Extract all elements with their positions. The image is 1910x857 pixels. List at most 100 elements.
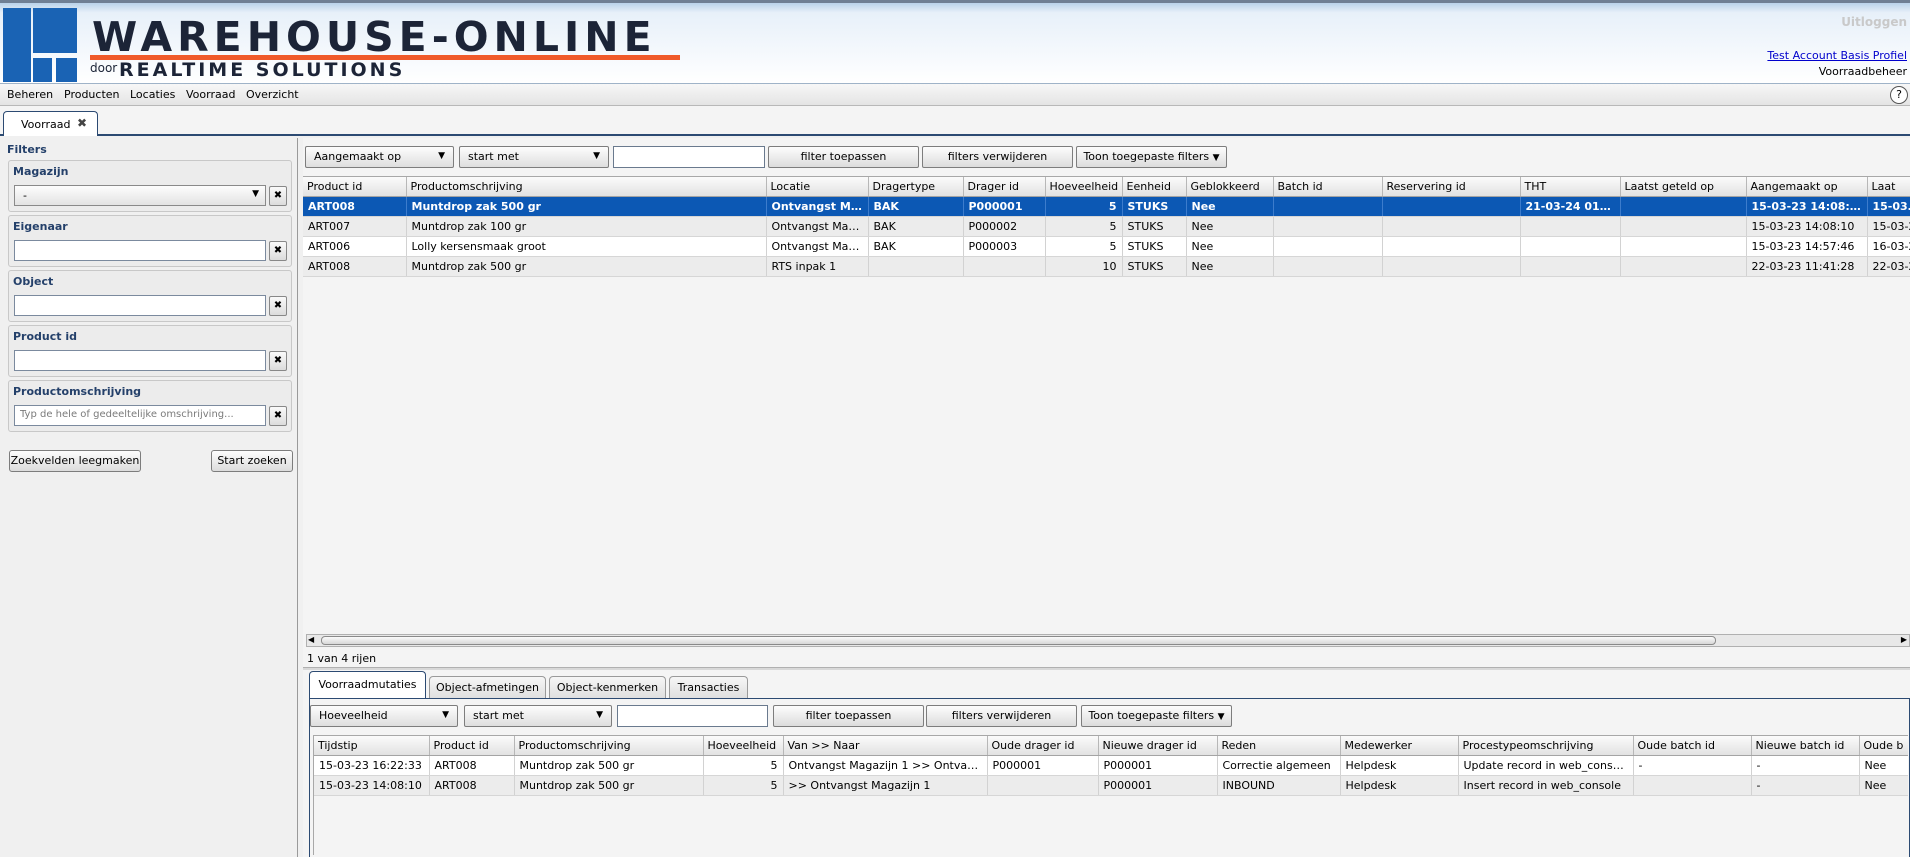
scroll-right-icon[interactable]: ▶ — [1901, 635, 1907, 644]
lower-filter-operator-select[interactable]: start met ▼ — [464, 705, 612, 727]
clear-eigenaar-button[interactable]: ✖ — [269, 241, 287, 261]
scrollbar-thumb[interactable] — [321, 636, 1716, 645]
lower-remove-filters-button[interactable]: filters verwijderen — [926, 705, 1077, 727]
voorraadmutaties-panel: Hoeveelheid ▼ start met ▼ filter toepass… — [309, 698, 1910, 857]
clear-productomschrijving-button[interactable]: ✖ — [269, 406, 287, 426]
col-header[interactable]: Tijdstip — [314, 736, 430, 756]
col-header[interactable]: Procestypeomschrijving — [1458, 736, 1634, 756]
lower-filter-operator-value: start met — [473, 709, 524, 722]
col-header[interactable]: Eenheid — [1122, 177, 1187, 197]
col-header[interactable]: Medewerker — [1340, 736, 1459, 756]
clear-object-button[interactable]: ✖ — [269, 296, 287, 316]
cell: Nee — [1186, 196, 1274, 217]
cell: 15-03-23 14:57:46 — [1746, 236, 1868, 257]
filter-field-select[interactable]: Aangemaakt op ▼ — [305, 146, 454, 168]
clear-fields-button[interactable]: Zoekvelden leegmaken — [9, 450, 141, 472]
filter-group-product-id: Product id ✖ — [8, 325, 292, 377]
lower-apply-filter-button[interactable]: filter toepassen — [773, 705, 924, 727]
cell — [1620, 196, 1747, 217]
chevron-down-icon: ▼ — [252, 189, 259, 199]
col-header[interactable]: Productomschrijving — [514, 736, 704, 756]
col-header[interactable]: Aangemaakt op — [1746, 177, 1868, 197]
col-header[interactable]: Laat◫ — [1867, 177, 1910, 197]
col-header[interactable]: Geblokkeerd — [1186, 177, 1274, 197]
cell: - — [1751, 755, 1860, 776]
tab-object-afmetingen[interactable]: Object-afmetingen — [429, 676, 546, 699]
horizontal-scrollbar[interactable]: ◀ ▶ — [306, 634, 1910, 647]
table-row[interactable]: 15-03-23 14:08:10 ART008 Muntdrop zak 50… — [314, 775, 1908, 796]
cell: ART008 — [429, 775, 515, 796]
menu-item-locaties[interactable]: Locaties — [130, 88, 175, 101]
col-header[interactable]: Oude b◫ — [1859, 736, 1908, 756]
menu-item-overzicht[interactable]: Overzicht — [246, 88, 299, 101]
menu-item-beheren[interactable]: Beheren — [7, 88, 53, 101]
col-header[interactable]: Dragertype — [868, 177, 964, 197]
col-header[interactable]: Locatie — [766, 177, 869, 197]
show-filters-button[interactable]: Toon toegepaste filters ▼ — [1076, 146, 1227, 168]
remove-filters-button[interactable]: filters verwijderen — [922, 146, 1073, 168]
col-header[interactable]: Reservering id — [1382, 177, 1521, 197]
stock-grid: Product id Productomschrijving Locatie D… — [303, 176, 1910, 636]
lower-show-filters-button[interactable]: Toon toegepaste filters ▼ — [1081, 705, 1232, 727]
col-header[interactable]: Reden — [1217, 736, 1341, 756]
magazijn-value: - — [23, 189, 27, 202]
filter-operator-select[interactable]: start met ▼ — [459, 146, 609, 168]
col-header[interactable]: Oude drager id — [987, 736, 1099, 756]
col-header[interactable]: Product id — [429, 736, 515, 756]
magazijn-select[interactable]: - ▼ — [14, 185, 266, 206]
cell: Helpdesk — [1340, 755, 1459, 776]
lower-filter-field-select[interactable]: Hoeveelheid ▼ — [310, 705, 458, 727]
col-header[interactable]: Van >> Naar — [783, 736, 988, 756]
col-header[interactable]: Oude batch id — [1633, 736, 1752, 756]
cell — [1382, 256, 1521, 277]
lower-show-filters-label: Toon toegepaste filters — [1088, 709, 1215, 722]
col-header[interactable]: Hoeveelheid — [703, 736, 784, 756]
productomschrijving-input[interactable]: Typ de hele of gedeeltelijke omschrijvin… — [14, 405, 266, 426]
cell: - — [1751, 775, 1860, 796]
cell: Nee — [1859, 755, 1908, 776]
logout-link[interactable]: Uitloggen — [1841, 15, 1907, 29]
stock-table: Product id Productomschrijving Locatie D… — [303, 177, 1910, 277]
scroll-left-icon[interactable]: ◀ — [308, 635, 314, 644]
menu-item-voorraad[interactable]: Voorraad — [186, 88, 235, 101]
row-count: 1 van 4 rijen — [307, 652, 377, 665]
cell: P000002 — [963, 216, 1046, 237]
clear-product-id-button[interactable]: ✖ — [269, 351, 287, 371]
col-header[interactable]: Hoeveelheid — [1045, 177, 1123, 197]
col-header[interactable]: Productomschrijving — [406, 177, 767, 197]
cell: 15-03-23 14:08:10 — [1746, 196, 1868, 217]
cell: STUKS — [1122, 256, 1187, 277]
close-icon[interactable]: ✖ — [77, 116, 87, 130]
table-row[interactable]: ART007 Muntdrop zak 100 gr Ontvangst Mag… — [303, 216, 1910, 237]
table-row[interactable]: ART006 Lolly kersensmaak groot Ontvangst… — [303, 236, 1910, 257]
tab-transacties[interactable]: Transacties — [669, 676, 748, 699]
profile-link[interactable]: Test Account Basis Profiel — [1767, 49, 1907, 62]
cell: 5 — [1045, 216, 1123, 237]
tab-voorraadmutaties[interactable]: Voorraadmutaties — [309, 671, 426, 700]
tab-voorraad[interactable]: Voorraad ✖ — [3, 111, 98, 136]
start-search-button[interactable]: Start zoeken — [211, 450, 293, 472]
menu-item-producten[interactable]: Producten — [64, 88, 120, 101]
filter-value-input[interactable] — [613, 146, 765, 168]
col-header[interactable]: Product id — [303, 177, 407, 197]
table-row[interactable]: ART008 Muntdrop zak 500 gr Ontvangst Mag… — [303, 196, 1910, 217]
object-input[interactable] — [14, 295, 266, 316]
lower-filter-value-input[interactable] — [617, 705, 768, 727]
clear-magazijn-button[interactable]: ✖ — [269, 186, 287, 206]
col-header[interactable]: Laatst geteld op — [1620, 177, 1747, 197]
eigenaar-input[interactable] — [14, 240, 266, 261]
col-header[interactable]: Nieuwe drager id — [1098, 736, 1218, 756]
product-id-input[interactable] — [14, 350, 266, 371]
col-header[interactable]: Nieuwe batch id — [1751, 736, 1860, 756]
tab-object-kenmerken[interactable]: Object-kenmerken — [549, 676, 666, 699]
cell: Correctie algemeen — [1217, 755, 1341, 776]
table-row[interactable]: 15-03-23 16:22:33 ART008 Muntdrop zak 50… — [314, 755, 1908, 776]
col-header[interactable]: Batch id — [1273, 177, 1383, 197]
apply-filter-button[interactable]: filter toepassen — [768, 146, 919, 168]
col-header[interactable]: THT — [1520, 177, 1621, 197]
help-icon[interactable]: ? — [1890, 86, 1908, 104]
cell — [1633, 775, 1752, 796]
col-header[interactable]: Drager id — [963, 177, 1046, 197]
cell: Insert record in web_console — [1458, 775, 1634, 796]
table-row[interactable]: ART008 Muntdrop zak 500 gr RTS inpak 1 1… — [303, 256, 1910, 277]
